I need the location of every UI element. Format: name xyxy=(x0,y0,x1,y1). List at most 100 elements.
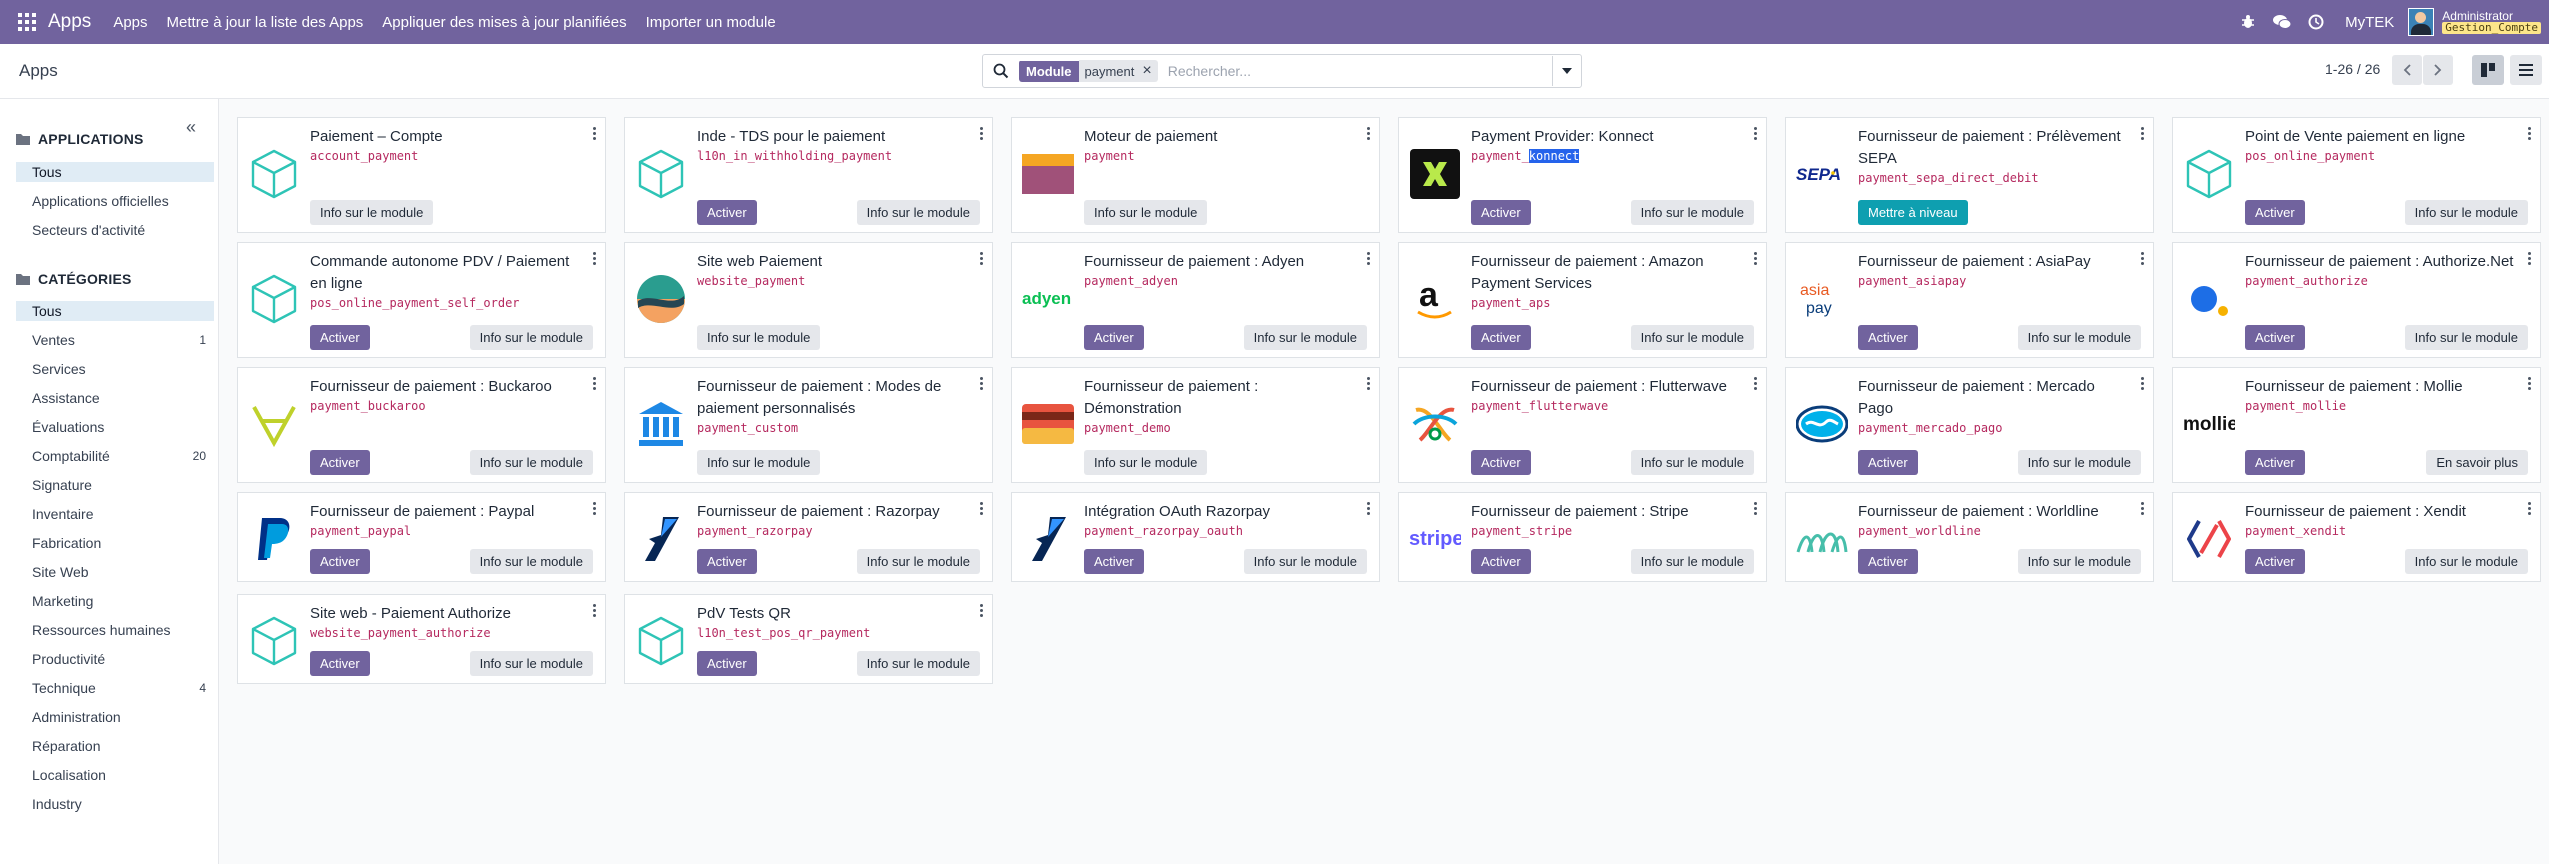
app-card-payment-xendit[interactable]: Fournisseur de paiement : Xendit payment_… xyxy=(2172,492,2541,582)
activate-button[interactable]: Activer xyxy=(697,651,757,676)
card-dropdown-icon[interactable] xyxy=(980,127,984,142)
search-options-toggle[interactable] xyxy=(1552,56,1581,86)
card-dropdown-icon[interactable] xyxy=(2141,127,2145,142)
sidebar-item-all-apps[interactable]: Tous xyxy=(16,162,214,182)
activate-button[interactable]: Activer xyxy=(310,549,370,574)
sidebar-item-localization[interactable]: Localisation xyxy=(16,765,214,785)
card-dropdown-icon[interactable] xyxy=(593,127,597,142)
sidebar-item-productivity[interactable]: Productivité xyxy=(16,649,214,669)
module-info-button[interactable]: Info sur le module xyxy=(697,450,821,475)
app-card-payment-worldline[interactable]: Fournisseur de paiement : Worldline payme… xyxy=(1785,492,2154,582)
sidebar-item-services[interactable]: Services xyxy=(16,359,214,379)
module-info-button[interactable]: Info sur le module xyxy=(1243,549,1367,574)
card-dropdown-icon[interactable] xyxy=(1367,127,1371,142)
app-card-payment-adyen[interactable]: adyen Fournisseur de paiement : Adyen paym… xyxy=(1011,242,1380,358)
module-info-button[interactable]: Info sur le module xyxy=(2404,325,2528,350)
card-dropdown-icon[interactable] xyxy=(2528,127,2532,142)
sidebar-item-helpdesk[interactable]: Assistance xyxy=(16,388,214,408)
activate-button[interactable]: Activer xyxy=(310,651,370,676)
card-dropdown-icon[interactable] xyxy=(1754,377,1758,392)
card-dropdown-icon[interactable] xyxy=(1754,252,1758,267)
menu-update-apps-list[interactable]: Mettre à jour la liste des Apps xyxy=(167,14,364,31)
sidebar-item-marketing[interactable]: Marketing xyxy=(16,591,214,611)
activate-button[interactable]: Activer xyxy=(2245,549,2305,574)
app-card-website-payment-authorize[interactable]: Site web - Paiement Authorize website_pay… xyxy=(237,594,606,684)
sidebar-item-all-categories[interactable]: Tous xyxy=(16,301,214,321)
activate-button[interactable]: Activer xyxy=(1858,325,1918,350)
sidebar-item-sales[interactable]: Ventes 1 xyxy=(16,330,214,350)
card-dropdown-icon[interactable] xyxy=(980,377,984,392)
activate-button[interactable]: Activer xyxy=(697,200,757,225)
chat-icon[interactable] xyxy=(2271,11,2293,33)
module-info-button[interactable]: Info sur le module xyxy=(856,651,980,676)
activate-button[interactable]: Activer xyxy=(2245,325,2305,350)
card-dropdown-icon[interactable] xyxy=(980,502,984,517)
app-card-payment-konnect[interactable]: Payment Provider: Konnect payment_konnect… xyxy=(1398,117,1767,233)
module-info-button[interactable]: Info sur le module xyxy=(469,549,593,574)
search-input[interactable] xyxy=(1165,57,1552,85)
card-dropdown-icon[interactable] xyxy=(980,252,984,267)
app-card-payment-mollie[interactable]: mollie Fournisseur de paiement : Mollie pa… xyxy=(2172,367,2541,483)
module-info-button[interactable]: Info sur le module xyxy=(856,200,980,225)
app-card-payment-aps[interactable]: a Fournisseur de paiement : Amazon Paymen… xyxy=(1398,242,1767,358)
activate-button[interactable]: Activer xyxy=(1084,325,1144,350)
module-info-button[interactable]: Info sur le module xyxy=(2017,450,2141,475)
module-info-button[interactable]: Info sur le module xyxy=(1630,325,1754,350)
card-dropdown-icon[interactable] xyxy=(980,604,984,619)
navbar-brand[interactable]: Apps xyxy=(48,11,91,33)
app-card-payment-flutterwave[interactable]: Fournisseur de paiement : Flutterwave pay… xyxy=(1398,367,1767,483)
app-card-payment-authorize[interactable]: Fournisseur de paiement : Authorize.Net p… xyxy=(2172,242,2541,358)
module-info-button[interactable]: Info sur le module xyxy=(697,325,821,350)
activate-button[interactable]: Activer xyxy=(1084,549,1144,574)
sidebar-item-hr[interactable]: Ressources humaines xyxy=(16,620,214,640)
kanban-view-button[interactable] xyxy=(2472,55,2504,85)
sidebar-item-official-apps[interactable]: Applications officielles xyxy=(16,191,214,211)
card-dropdown-icon[interactable] xyxy=(593,604,597,619)
app-card-payment-buckaroo[interactable]: Fournisseur de paiement : Buckaroo paymen… xyxy=(237,367,606,483)
pager-value[interactable]: 1-26 / 26 xyxy=(2325,61,2380,77)
app-card-account-payment[interactable]: Paiement – Compte account_payment Info sur… xyxy=(237,117,606,233)
app-card-website-payment[interactable]: Site web Paiement website_payment Info sur… xyxy=(624,242,993,358)
module-info-button[interactable]: Info sur le module xyxy=(469,450,593,475)
activate-button[interactable]: Activer xyxy=(310,325,370,350)
module-info-button[interactable]: Info sur le module xyxy=(2017,549,2141,574)
app-card-payment-sepa-direct-debit[interactable]: SEPA Fournisseur de paiement : Prélèvemen… xyxy=(1785,117,2154,233)
menu-apps[interactable]: Apps xyxy=(113,14,147,31)
module-info-button[interactable]: Info sur le module xyxy=(1243,325,1367,350)
card-dropdown-icon[interactable] xyxy=(593,502,597,517)
module-info-button[interactable]: Info sur le module xyxy=(469,325,593,350)
sidebar-item-inventory[interactable]: Inventaire xyxy=(16,504,214,524)
module-info-button[interactable]: Info sur le module xyxy=(469,651,593,676)
card-dropdown-icon[interactable] xyxy=(2528,377,2532,392)
sidebar-item-accounting[interactable]: Comptabilité 20 xyxy=(16,446,214,466)
module-info-button[interactable]: Info sur le module xyxy=(2404,549,2528,574)
activate-button[interactable]: Activer xyxy=(1858,450,1918,475)
module-info-button[interactable]: Info sur le module xyxy=(2017,325,2141,350)
app-card-payment-demo[interactable]: Fournisseur de paiement : Démonstration p… xyxy=(1011,367,1380,483)
activate-button[interactable]: Activer xyxy=(310,450,370,475)
card-dropdown-icon[interactable] xyxy=(593,377,597,392)
sidebar-item-sign[interactable]: Signature xyxy=(16,475,214,495)
card-dropdown-icon[interactable] xyxy=(593,252,597,267)
app-card-payment-mercado-pago[interactable]: Fournisseur de paiement : Mercado Pago pa… xyxy=(1785,367,2154,483)
activate-button[interactable]: Activer xyxy=(1471,325,1531,350)
activate-button[interactable]: Activer xyxy=(2245,450,2305,475)
module-info-button[interactable]: Info sur le module xyxy=(1630,549,1754,574)
app-card-l10n-in-withholding-payment[interactable]: Inde - TDS pour le paiement l10n_in_withh… xyxy=(624,117,993,233)
app-card-payment-paypal[interactable]: Fournisseur de paiement : Paypal payment_… xyxy=(237,492,606,582)
activate-button[interactable]: Activer xyxy=(697,549,757,574)
app-card-payment-custom[interactable]: Fournisseur de paiement : Modes de paiem… xyxy=(624,367,993,483)
card-dropdown-icon[interactable] xyxy=(1754,502,1758,517)
app-grid-icon[interactable] xyxy=(18,13,36,31)
menu-import-module[interactable]: Importer un module xyxy=(646,14,776,31)
card-dropdown-icon[interactable] xyxy=(1367,252,1371,267)
sidebar-item-industry[interactable]: Industry xyxy=(16,794,214,814)
app-card-payment-asiapay[interactable]: asia pay Fournisseur de paiement : AsiaPay… xyxy=(1785,242,2154,358)
card-dropdown-icon[interactable] xyxy=(1367,502,1371,517)
card-dropdown-icon[interactable] xyxy=(2528,502,2532,517)
sidebar-item-repair[interactable]: Réparation xyxy=(16,736,214,756)
sidebar-item-technical[interactable]: Technique 4 xyxy=(16,678,214,698)
bug-icon[interactable] xyxy=(2237,11,2259,33)
activate-button[interactable]: Activer xyxy=(1471,450,1531,475)
pager-previous-button[interactable] xyxy=(2392,55,2422,85)
